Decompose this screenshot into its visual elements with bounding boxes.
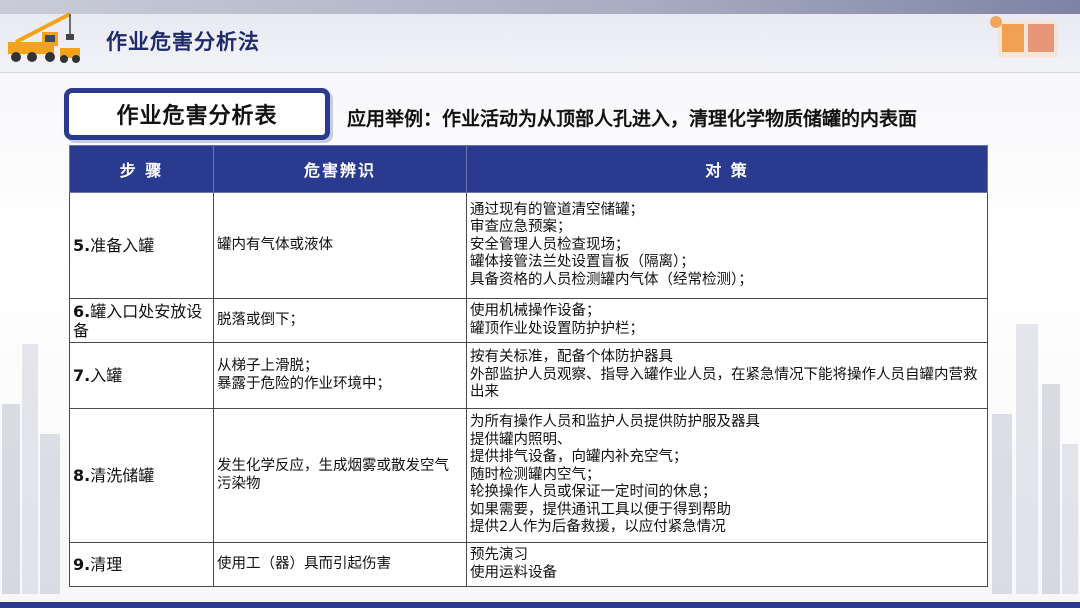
step-label: 准备入罐 [90,236,155,255]
table-row: 9.清理 使用工（器）具而引起伤害 预先演习 使用运料设备 [69,542,988,587]
measure-line: 提供排气设备，向罐内补充空气； [470,449,688,466]
step-cell: 7.入罐 [69,342,214,409]
hazard-cell: 从梯子上滑脱； 暴露于危险的作业环境中； [213,342,467,409]
table-row: 8.清洗储罐 发生化学反应，生成烟雾或散发空气污染物 为所有操作人员和监护人员提… [69,408,988,543]
measure-line: 随时检测罐内空气； [470,466,601,483]
measure-line: 使用机械操作设备； [470,303,601,319]
crane-truck-icon [8,12,80,63]
measure-line: 具备资格的人员检测罐内气体（经常检测）； [470,271,753,288]
hazard-line: 从梯子上滑脱； [217,358,319,374]
hazard-line: 发生化学反应，生成烟雾或散发空气污染物 [217,458,449,492]
measure-line: 轮换操作人员或保证一定时间的休息； [470,484,717,501]
header-step: 步 骤 [69,145,214,193]
example-description: 应用举例：作业活动为从顶部人孔进入，清理化学物质储罐的内表面 [347,108,918,130]
hazard-line: 脱落或倒下； [217,311,304,328]
measures-cell: 按有关标准，配备个体防护器具 外部监护人员观察、指导入罐作业人员，在紧急情况下能… [466,342,988,409]
table-row: 5.准备入罐 罐内有气体或液体 通过现有的管道清空储罐； 审查应急预案； 安全管… [69,192,988,299]
step-label: 罐入口处安放设备 [73,301,203,340]
measure-line: 审查应急预案； [470,219,572,236]
step-label: 入罐 [90,366,123,385]
hazard-line: 使用工（器）具而引起伤害 [217,555,391,572]
hazard-line: 暴露于危险的作业环境中； [217,375,391,392]
step-cell: 5.准备入罐 [69,192,214,299]
hazard-cell: 脱落或倒下； [213,298,467,343]
measures-cell: 使用机械操作设备； 罐顶作业处设置防护护栏； [466,298,988,343]
top-stripe [0,0,1080,14]
hazard-cell: 罐内有气体或液体 [213,192,467,299]
measure-line: 预先演习 [470,547,528,563]
header-measures: 对 策 [466,145,988,193]
table-row: 7.入罐 从梯子上滑脱； 暴露于危险的作业环境中； 按有关标准，配备个体防护器具… [69,342,988,409]
section-title: 作业危害分析表 [116,104,278,129]
table-row: 6.罐入口处安放设备 脱落或倒下； 使用机械操作设备； 罐顶作业处设置防护护栏； [69,298,988,343]
top-banner: 作业危害分析法 [0,0,1080,73]
table-header-row: 步 骤 危害辨识 对 策 [69,145,988,193]
measure-line: 如果需要，提供通讯工具以便于得到帮助 [470,501,731,518]
brand-logo [990,16,1058,58]
measure-line: 提供罐内照明、 [470,431,572,448]
step-label: 清理 [90,555,123,574]
measure-line: 提供2人作为后备救援，以应付紧急情况 [470,519,726,536]
hazard-cell: 使用工（器）具而引起伤害 [213,542,467,587]
measures-cell: 通过现有的管道清空储罐； 审查应急预案； 安全管理人员检查现场； 罐体接管法兰处… [466,192,988,299]
hazard-cell: 发生化学反应，生成烟雾或散发空气污染物 [213,408,467,543]
measure-line: 为所有操作人员和监护人员提供防护服及器具 [470,414,760,431]
hazard-analysis-table: 步 骤 危害辨识 对 策 5.准备入罐 罐内有气体或液体 通过现有的管道清空储罐… [69,145,988,587]
section-title-box: 作业危害分析表 [64,88,330,140]
measures-cell: 为所有操作人员和监护人员提供防护服及器具 提供罐内照明、 提供排气设备，向罐内补… [466,408,988,543]
step-number: 9. [73,555,91,574]
step-cell: 9.清理 [69,542,214,587]
step-number: 8. [73,466,91,485]
measure-line: 按有关标准，配备个体防护器具 [470,349,673,366]
measures-cell: 预先演习 使用运料设备 [466,542,988,587]
step-cell: 8.清洗储罐 [69,408,214,543]
measure-line: 罐体接管法兰处设置盲板（隔离）； [470,254,695,271]
measure-line: 安全管理人员检查现场； [470,236,630,253]
city-silhouette-decoration [992,324,1078,594]
header-hazard: 危害辨识 [213,145,467,193]
bottom-bar [0,602,1080,608]
step-number: 5. [73,236,91,255]
page-title: 作业危害分析法 [106,30,260,54]
hazard-line: 罐内有气体或液体 [217,236,333,253]
measure-line: 使用运料设备 [470,564,557,581]
step-label: 清洗储罐 [90,466,155,485]
measure-line: 通过现有的管道清空储罐； [470,201,644,218]
step-number: 6. [73,301,91,321]
city-silhouette-decoration [2,344,60,594]
measure-line: 罐顶作业处设置防护护栏； [470,320,644,337]
step-number: 7. [73,366,91,385]
step-cell: 6.罐入口处安放设备 [69,298,214,343]
measure-line: 外部监护人员观察、指导入罐作业人员，在紧急情况下能将操作人员自罐内营救出来 [470,366,978,401]
